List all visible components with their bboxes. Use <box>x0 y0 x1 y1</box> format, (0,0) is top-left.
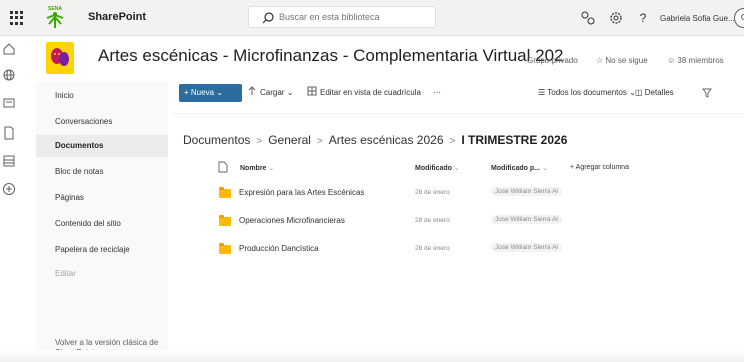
column-name-label: Nombre <box>240 165 267 172</box>
new-button[interactable]: + Nueva ⌄ <box>179 84 242 102</box>
follow-label: No se sigue <box>605 56 648 65</box>
group-privacy-label: Grupo privado <box>527 56 578 65</box>
members-button[interactable]: ☺ 38 miembros <box>667 56 724 65</box>
table-row[interactable]: Producción Dancística 28 de enero Jose W… <box>200 236 744 264</box>
app-name[interactable]: SharePoint <box>88 11 146 23</box>
user-avatar[interactable]: G <box>734 8 744 28</box>
globe-icon[interactable] <box>2 68 16 82</box>
sort-icon: ⌄ <box>268 165 275 172</box>
table-row[interactable]: Operaciones Microfinancieras 28 de enero… <box>200 208 744 236</box>
svg-text:?: ? <box>640 11 647 25</box>
row-name[interactable]: Expresión para las Artes Escénicas <box>239 188 364 197</box>
grid-edit-label: Editar en vista de cuadrícula <box>320 88 421 97</box>
chevron-down-icon: ⌄ <box>286 88 294 97</box>
search-input[interactable] <box>279 9 429 25</box>
more-actions-button[interactable]: ··· <box>433 84 441 102</box>
app-rail <box>0 36 20 362</box>
members-label: 38 miembros <box>677 56 724 65</box>
svg-text:SENA: SENA <box>48 6 62 12</box>
details-button[interactable]: ◫ Detalles <box>635 84 674 102</box>
app-launcher-icon[interactable] <box>10 11 24 25</box>
nav-item-papelera[interactable]: Papelera de reciclaje <box>36 239 168 261</box>
upload-arrow-icon <box>248 86 256 95</box>
lists-icon[interactable] <box>2 154 16 168</box>
sort-icon: ⌄ <box>453 165 460 172</box>
folder-icon <box>219 215 231 226</box>
create-plus-icon[interactable] <box>2 182 16 196</box>
breadcrumb-current: I TRIMESTRE 2026 <box>461 133 568 147</box>
nav-item-conversaciones[interactable]: Conversaciones <box>36 111 168 133</box>
add-column-button[interactable]: + Agregar columna <box>570 164 629 171</box>
plus-icon: + <box>184 88 191 97</box>
command-bar-divider <box>172 113 744 114</box>
nav-item-editar[interactable]: Editar <box>36 263 168 285</box>
filter-icon[interactable] <box>702 88 712 98</box>
add-column-label: Agregar columna <box>575 164 629 171</box>
search-box[interactable] <box>248 6 436 28</box>
settings-gear-icon[interactable] <box>608 10 624 26</box>
file-icon[interactable] <box>2 126 16 140</box>
site-navigation: Inicio Conversaciones Documentos Bloc de… <box>36 82 168 362</box>
user-name[interactable]: Gabriela Sofia Gue... <box>660 14 735 23</box>
info-pane-icon: ◫ <box>635 88 645 97</box>
breadcrumb: Documentos > General > Artes escénicas 2026 >… <box>183 133 567 147</box>
row-modified-by[interactable]: Jose William Sierra Al <box>491 187 562 196</box>
details-label: Detalles <box>644 88 674 97</box>
home-icon[interactable] <box>2 42 16 56</box>
breadcrumb-artes-escenicas[interactable]: Artes escénicas 2026 <box>329 133 444 147</box>
list-view-icon: ☰ <box>538 88 548 97</box>
upload-label: Cargar <box>260 88 285 97</box>
nav-item-bloc-de-notas[interactable]: Bloc de notas <box>36 161 168 183</box>
table-row[interactable]: Expresión para las Artes Escénicas 28 de… <box>200 180 744 208</box>
nav-item-documentos[interactable]: Documentos <box>36 135 168 157</box>
grid-icon <box>307 86 317 96</box>
file-type-icon[interactable] <box>218 161 228 173</box>
site-logo[interactable] <box>46 42 74 74</box>
folder-icon <box>219 243 231 254</box>
sena-logo[interactable]: SENA <box>44 4 66 30</box>
upload-button[interactable]: Cargar ⌄ <box>247 84 293 102</box>
breadcrumb-general[interactable]: General <box>268 133 311 147</box>
nav-item-contenido-del-sitio[interactable]: Contenido del sitio <box>36 213 168 235</box>
search-icon <box>262 12 274 24</box>
view-selector[interactable]: ☰ Todos los documentos ⌄ <box>538 84 636 102</box>
row-name[interactable]: Producción Dancística <box>239 244 319 253</box>
sort-icon: ⌄ <box>541 165 548 172</box>
row-modified: 28 de enero <box>415 217 450 224</box>
view-label: Todos los documentos <box>547 88 627 97</box>
grid-edit-button[interactable]: Editar en vista de cuadrícula <box>307 84 421 102</box>
nav-item-inicio[interactable]: Inicio <box>36 85 168 107</box>
theater-masks-icon <box>51 48 69 66</box>
column-header-name[interactable]: Nombre ⌄ <box>240 164 274 172</box>
row-name[interactable]: Operaciones Microfinancieras <box>239 216 345 225</box>
chevron-down-icon: ⌄ <box>216 88 223 97</box>
news-icon[interactable] <box>2 96 16 110</box>
column-header-modified[interactable]: Modificado ⌄ <box>415 164 460 172</box>
row-modified: 28 de enero <box>415 189 450 196</box>
breadcrumb-documentos[interactable]: Documentos <box>183 133 250 147</box>
row-modified: 28 de enero <box>415 245 450 252</box>
suite-bar: SENA SharePoint ? Gabriela Sofia Gue... … <box>0 0 744 36</box>
column-modified-label: Modificado <box>415 165 452 172</box>
window-bottom-edge <box>0 350 744 362</box>
row-modified-by[interactable]: Jose William Sierra Al <box>491 243 562 252</box>
new-label: Nueva <box>190 88 215 97</box>
chevron-right-icon: > <box>256 136 263 147</box>
follow-button[interactable]: ☆ No se sigue <box>596 56 648 65</box>
chevron-right-icon: > <box>316 136 323 147</box>
row-modified-by[interactable]: Jose William Sierra Al <box>491 215 562 224</box>
people-icon: ☺ <box>667 56 676 65</box>
site-title[interactable]: Artes escénicas - Microfinanzas - Comple… <box>98 46 564 66</box>
column-header-modified-by[interactable]: Modificado p... ⌄ <box>491 164 548 172</box>
nav-item-paginas[interactable]: Páginas <box>36 187 168 209</box>
share-network-icon[interactable] <box>580 10 596 26</box>
chevron-right-icon: > <box>449 136 456 147</box>
folder-icon <box>219 187 231 198</box>
column-modified-by-label: Modificado p... <box>491 165 540 172</box>
help-icon[interactable]: ? <box>635 10 651 26</box>
star-icon: ☆ <box>596 56 604 65</box>
